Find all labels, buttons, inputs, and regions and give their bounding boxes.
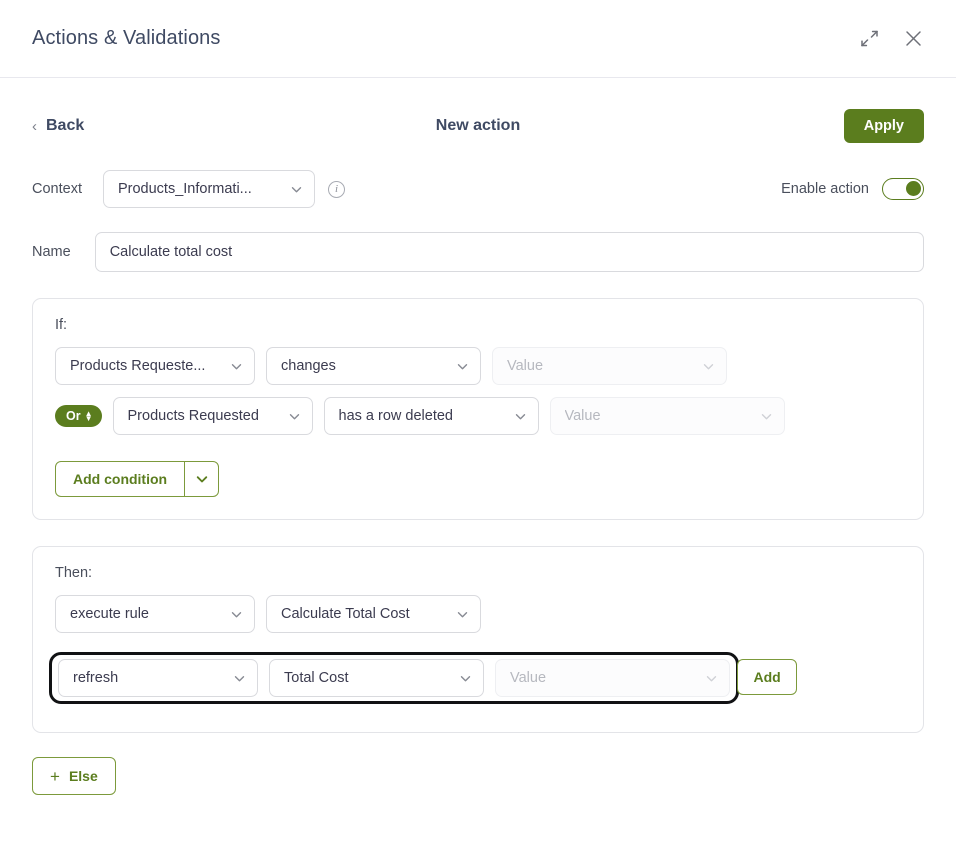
name-input[interactable] (94, 232, 924, 272)
info-icon[interactable]: i (327, 180, 345, 198)
chevron-down-icon (456, 360, 469, 373)
action-row: refresh Total Cost Value (58, 659, 730, 697)
condition-value-select[interactable]: Value (549, 397, 785, 435)
chevron-down-icon (456, 608, 469, 621)
add-condition-dropdown-toggle[interactable] (184, 462, 218, 496)
chevron-down-icon (514, 410, 527, 423)
condition-value-placeholder: Value (507, 358, 544, 374)
chevron-down-icon (459, 672, 472, 685)
action-operation-select[interactable]: execute rule (55, 595, 255, 633)
then-action-card: Then: execute rule Calculate Total Cost (32, 546, 924, 733)
condition-subject-select[interactable]: Products Requested (112, 397, 313, 435)
condition-row: Products Requeste... changes Value (55, 347, 901, 385)
name-label: Name (32, 244, 71, 260)
condition-subject-value: Products Requested (127, 408, 259, 424)
condition-row: Or ▲ ▼ Products Requested has a row delet… (55, 397, 901, 435)
condition-operator-value: has a row deleted (338, 408, 453, 424)
action-target-select[interactable]: Calculate Total Cost (266, 595, 481, 633)
add-else-label: Else (68, 768, 98, 784)
name-row: Name (32, 232, 924, 272)
toggle-knob (905, 181, 921, 196)
action-row: execute rule Calculate Total Cost (55, 595, 901, 633)
chevron-updown-icon: ▲ ▼ (84, 409, 93, 423)
page-title: New action (435, 117, 521, 134)
add-condition-button[interactable]: Add condition (56, 462, 184, 496)
chevron-down-icon (230, 608, 243, 621)
if-legend: If: (55, 317, 68, 333)
chevron-down-icon (290, 183, 303, 196)
back-button-label: Back (46, 117, 85, 134)
condition-subject-value: Products Requeste... (70, 358, 206, 374)
action-operation-value: execute rule (70, 606, 149, 622)
highlighted-action-row: refresh Total Cost Value (49, 652, 739, 704)
chevron-left-icon: ‹ (32, 117, 37, 135)
action-value-select[interactable]: Value (495, 659, 730, 697)
panel-titlebar: Actions & Validations (0, 0, 956, 78)
add-action-button[interactable]: Add (737, 659, 797, 695)
condition-connector-badge[interactable]: Or ▲ ▼ (55, 405, 102, 427)
action-nav-row: ‹ Back New action Apply (32, 104, 924, 148)
condition-connector-label: Or (66, 409, 81, 423)
chevron-down-icon (760, 410, 773, 423)
condition-operator-value: changes (281, 358, 336, 374)
chevron-down-icon (702, 360, 715, 373)
panel-body: ‹ Back New action Apply Context Products… (0, 78, 956, 843)
condition-operator-select[interactable]: changes (266, 347, 481, 385)
back-button[interactable]: ‹ Back (32, 117, 84, 135)
context-select[interactable]: Products_Informati... (102, 170, 315, 208)
action-operation-value: refresh (73, 670, 119, 686)
plus-icon: + (50, 766, 60, 786)
condition-value-select[interactable]: Value (492, 347, 727, 385)
close-icon[interactable] (898, 24, 928, 54)
action-operation-select[interactable]: refresh (58, 659, 258, 697)
chevron-down-icon (230, 360, 243, 373)
context-select-value: Products_Informati... (117, 181, 252, 197)
action-target-value: Total Cost (284, 670, 349, 686)
panel-title: Actions & Validations (32, 27, 221, 49)
condition-subject-select[interactable]: Products Requeste... (55, 347, 255, 385)
apply-button[interactable]: Apply (843, 109, 924, 143)
action-target-value: Calculate Total Cost (281, 606, 410, 622)
then-legend: Then: (55, 565, 93, 581)
enable-action-group: Enable action (781, 178, 924, 200)
chevron-down-icon (288, 410, 301, 423)
chevron-down-icon (705, 672, 718, 685)
if-condition-card: If: Products Requeste... changes Value O… (32, 298, 924, 520)
condition-operator-select[interactable]: has a row deleted (323, 397, 539, 435)
enable-action-toggle[interactable] (882, 178, 924, 200)
add-condition-split-button[interactable]: Add condition (55, 461, 220, 497)
context-row: Context Products_Informati... i Enable a… (32, 170, 924, 208)
add-else-button[interactable]: + Else (32, 757, 116, 795)
enable-action-label: Enable action (781, 181, 869, 197)
actions-validations-panel: Actions & Validations ‹ Back New action … (0, 0, 956, 843)
chevron-down-icon (233, 672, 246, 685)
condition-value-placeholder: Value (564, 408, 601, 424)
action-target-select[interactable]: Total Cost (269, 659, 484, 697)
context-label: Context (32, 181, 82, 197)
action-value-placeholder: Value (510, 670, 547, 686)
expand-diagonal-icon[interactable] (854, 24, 884, 54)
